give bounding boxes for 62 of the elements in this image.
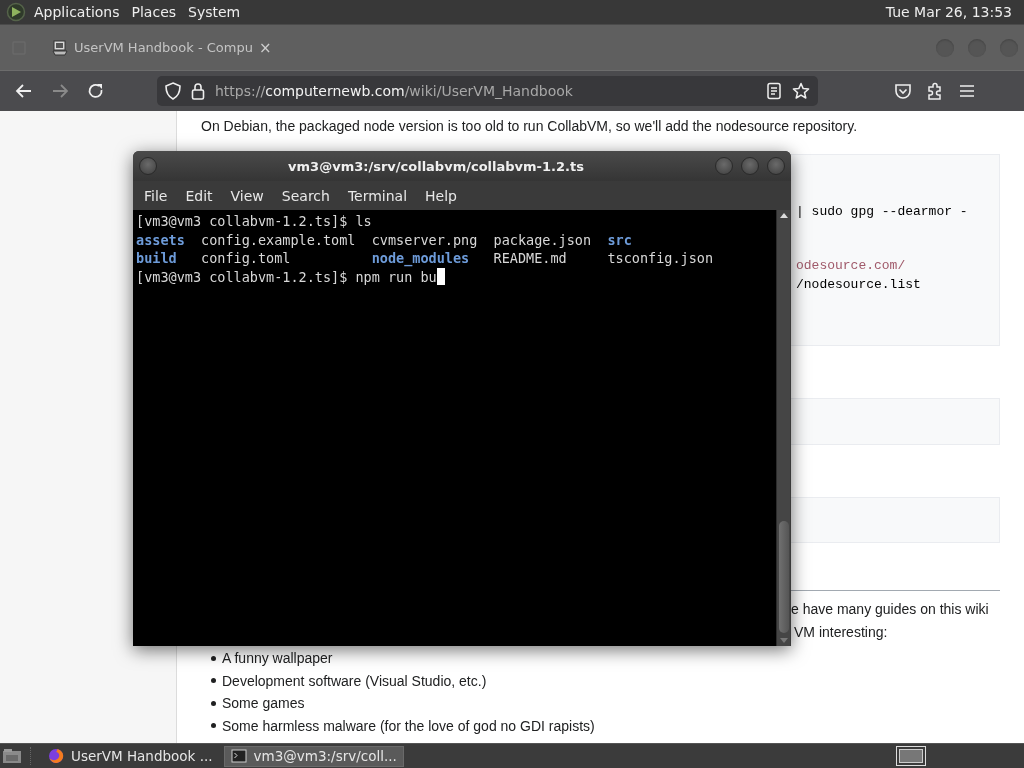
file-name: package.json xyxy=(493,230,593,250)
list-item: A funny wallpaper xyxy=(222,649,333,668)
paragraph-line: e have many guides on this wiki xyxy=(791,600,989,619)
menu-item[interactable]: Terminal xyxy=(338,187,417,204)
terminal-line: [vm3@vm3 collabvm-1.2.ts]$ npm run bu xyxy=(136,269,437,286)
url-text: https://computernewb.com/wiki/UserVM_Handbook xyxy=(215,83,574,99)
menu-item[interactable]: File xyxy=(135,187,177,204)
file-name: tsconfig.json xyxy=(607,249,714,269)
list-item: Some games xyxy=(222,694,305,713)
fox-globe-icon xyxy=(48,748,64,764)
taskbar-button[interactable]: vm3@vm3:/srv/coll... xyxy=(223,745,404,767)
menu-item[interactable]: Edit xyxy=(176,187,222,204)
file-name: cvmserver.png xyxy=(371,230,479,250)
terminal-line: [vm3@vm3 collabvm-1.2.ts]$ ls xyxy=(136,213,372,229)
address-bar[interactable]: https://computernewb.com/wiki/UserVM_Handbook xyxy=(157,76,818,106)
close-button[interactable]: × xyxy=(258,38,272,57)
bullet-icon xyxy=(211,700,216,706)
puzzle-icon[interactable] xyxy=(926,82,944,100)
taskbar-button[interactable]: UserVM Handbook ... xyxy=(41,745,220,767)
file-name: README.md xyxy=(493,249,568,269)
paragraph-line: VM interesting: xyxy=(794,623,888,642)
pocket-icon[interactable] xyxy=(894,82,912,100)
panel-menu[interactable]: Places xyxy=(125,4,183,20)
computer-icon xyxy=(52,39,68,56)
close-button[interactable] xyxy=(767,157,785,175)
menu-icon[interactable] xyxy=(958,82,976,100)
window-title: vm3@vm3:/srv/collabvm/collabvm-1.2.ts xyxy=(287,158,585,174)
file-name: config.toml xyxy=(201,249,292,269)
star-icon[interactable] xyxy=(792,82,810,100)
file-name: config.example.toml xyxy=(201,230,357,250)
directory-name: src xyxy=(607,230,632,250)
list-item: Development software (Visual Studio, etc.) xyxy=(222,671,487,691)
scrollbar-thumb[interactable] xyxy=(778,521,789,633)
directory-name: node_modules xyxy=(371,249,471,269)
minimize-button[interactable] xyxy=(715,157,733,175)
directory-name: assets xyxy=(136,230,186,250)
clock[interactable]: Tue Mar 26, 13:53 xyxy=(879,4,1018,20)
bullet-icon xyxy=(211,678,216,684)
lock-icon xyxy=(191,82,205,100)
bullet-icon xyxy=(211,655,216,661)
shield-icon[interactable] xyxy=(165,82,181,100)
panel-menu[interactable]: Applications xyxy=(28,4,126,20)
list-item: Some harmless malware (for the love of god no GDI rapists) xyxy=(222,716,595,736)
maximize-button[interactable] xyxy=(741,157,759,175)
panel-menu[interactable]: System xyxy=(182,4,247,20)
menu-item[interactable]: View xyxy=(221,187,273,204)
paragraph: On Debian, the packaged node version is too old to run CollabVM, so we'll add the nodesource repository. xyxy=(201,117,859,136)
reader-view-icon[interactable] xyxy=(766,82,782,100)
menu-item[interactable]: Help xyxy=(416,187,466,204)
terminal-icon xyxy=(230,749,247,763)
workspace-switcher[interactable] xyxy=(896,746,926,766)
scrollbar[interactable] xyxy=(776,210,790,646)
window-menu-button[interactable] xyxy=(139,157,157,175)
code-line: /nodesource.list xyxy=(796,275,921,294)
show-desktop-icon[interactable] xyxy=(2,748,22,764)
menu-item[interactable]: Search xyxy=(272,187,339,204)
code-line: | sudo gpg --dearmor - xyxy=(796,203,968,221)
bullet-icon xyxy=(211,723,216,729)
logo-icon[interactable] xyxy=(6,2,26,22)
browser-tab[interactable]: UserVM Handbook - Compu × xyxy=(42,29,282,66)
code-line: odesource.com/ xyxy=(796,257,906,276)
directory-name: build xyxy=(136,249,178,269)
